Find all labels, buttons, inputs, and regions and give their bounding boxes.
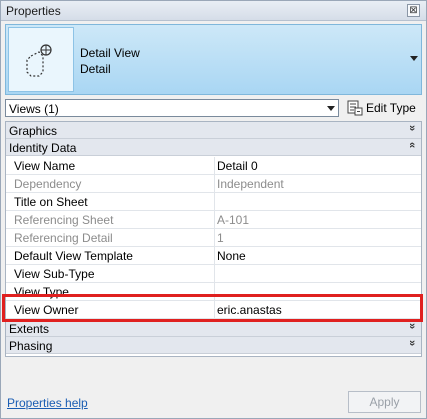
column-divider bbox=[214, 265, 215, 283]
property-key: Title on Sheet bbox=[14, 195, 88, 209]
views-dropdown-value: Views (1) bbox=[9, 102, 59, 116]
property-key: Referencing Sheet bbox=[14, 213, 114, 227]
group-extents[interactable]: Extents » bbox=[6, 320, 421, 337]
property-row-view-owner[interactable]: View Owner eric.anastas bbox=[6, 301, 421, 319]
close-icon[interactable]: ⊠ bbox=[407, 4, 420, 17]
property-key: View Type bbox=[14, 285, 69, 299]
group-phasing[interactable]: Phasing » bbox=[6, 337, 421, 354]
properties-help-link[interactable]: Properties help bbox=[7, 396, 88, 410]
properties-grid: Graphics » Identity Data « View Name Det… bbox=[5, 121, 422, 357]
column-divider bbox=[214, 283, 215, 301]
chevron-down-icon[interactable] bbox=[410, 56, 418, 61]
column-divider bbox=[214, 229, 215, 247]
footer: Properties help Apply bbox=[1, 387, 426, 418]
edit-type-icon bbox=[347, 100, 363, 116]
property-key: Referencing Detail bbox=[14, 231, 113, 245]
views-filter-row: Views (1) Edit Type bbox=[5, 98, 422, 118]
title-bar[interactable]: Properties ⊠ bbox=[1, 1, 426, 21]
column-divider bbox=[214, 301, 215, 319]
edit-type-label: Edit Type bbox=[366, 101, 416, 115]
apply-button[interactable]: Apply bbox=[348, 391, 421, 413]
property-row[interactable]: Title on Sheet bbox=[6, 193, 421, 211]
column-divider bbox=[214, 211, 215, 229]
property-row: Referencing Sheet A-101 bbox=[6, 211, 421, 229]
property-row[interactable]: View Sub-Type bbox=[6, 265, 421, 283]
property-row: Referencing Detail 1 bbox=[6, 229, 421, 247]
column-divider bbox=[214, 175, 215, 193]
properties-panel: Properties ⊠ Detail View Detail Views (1… bbox=[0, 0, 427, 419]
chevron-up-icon[interactable]: « bbox=[406, 142, 418, 148]
property-value: 1 bbox=[217, 231, 224, 245]
property-row[interactable]: View Name Detail 0 bbox=[6, 157, 421, 175]
type-name: Detail bbox=[80, 62, 111, 76]
type-family-name: Detail View bbox=[80, 46, 140, 60]
group-identity-label: Identity Data bbox=[9, 141, 77, 155]
property-row: Dependency Independent bbox=[6, 175, 421, 193]
panel-title: Properties bbox=[6, 4, 61, 18]
property-key: View Sub-Type bbox=[14, 267, 95, 281]
property-row[interactable]: Default View Template None bbox=[6, 247, 421, 265]
type-selector[interactable]: Detail View Detail bbox=[5, 24, 422, 95]
column-divider bbox=[214, 247, 215, 265]
group-graphics[interactable]: Graphics » bbox=[6, 122, 421, 139]
property-value: A-101 bbox=[217, 213, 250, 227]
group-graphics-label: Graphics bbox=[9, 124, 58, 138]
edit-type-button[interactable]: Edit Type bbox=[345, 98, 422, 118]
group-identity-data[interactable]: Identity Data « bbox=[6, 139, 421, 156]
property-value[interactable]: eric.anastas bbox=[217, 303, 282, 317]
column-divider bbox=[214, 157, 215, 175]
property-value[interactable]: None bbox=[217, 249, 246, 263]
group-extents-label: Extents bbox=[9, 322, 50, 336]
chevron-down-icon[interactable] bbox=[327, 106, 335, 111]
property-key: Default View Template bbox=[14, 249, 133, 263]
chevron-down-icon[interactable]: » bbox=[406, 323, 418, 329]
property-key: View Name bbox=[14, 159, 76, 173]
property-key: View Owner bbox=[14, 303, 79, 317]
group-phasing-label: Phasing bbox=[9, 339, 53, 353]
chevron-down-icon[interactable]: » bbox=[406, 340, 418, 346]
chevron-down-icon[interactable]: » bbox=[406, 125, 418, 131]
property-value: Independent bbox=[217, 177, 284, 191]
column-divider bbox=[214, 193, 215, 211]
property-key: Dependency bbox=[14, 177, 82, 191]
detail-view-icon bbox=[8, 27, 74, 92]
property-value[interactable]: Detail 0 bbox=[217, 159, 258, 173]
property-row[interactable]: View Type bbox=[6, 283, 421, 301]
views-dropdown[interactable]: Views (1) bbox=[5, 99, 339, 117]
